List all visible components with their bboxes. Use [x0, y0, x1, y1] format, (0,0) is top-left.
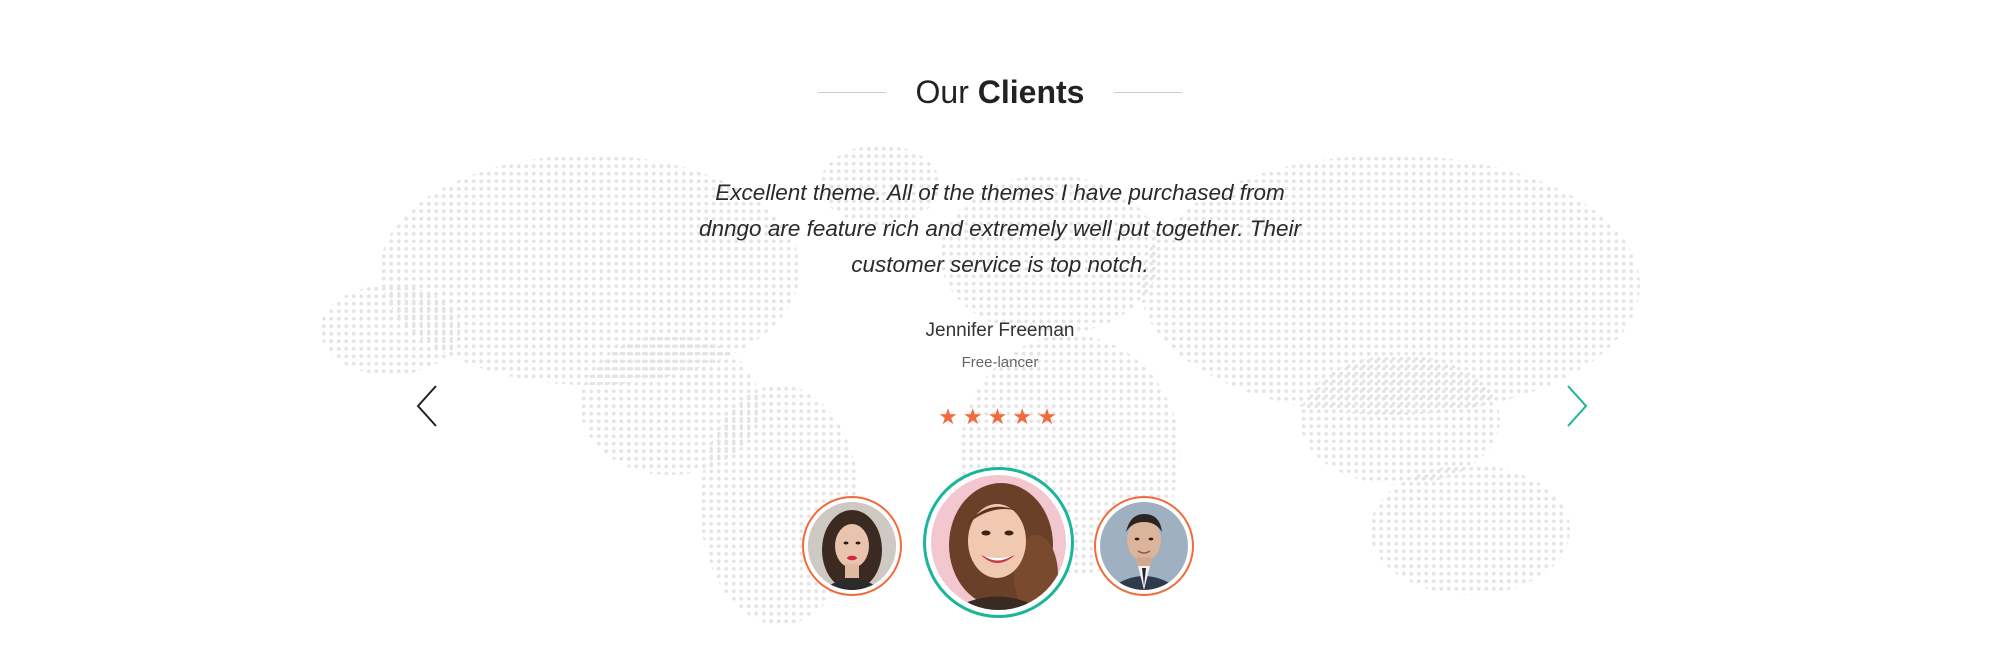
section-title-light: Our [915, 74, 969, 110]
client-avatar-left[interactable] [802, 496, 902, 596]
client-avatar-active[interactable] [923, 467, 1074, 618]
client-role: Free-lancer [961, 354, 1039, 371]
chevron-right-icon [1567, 385, 1588, 427]
rating-stars: ★★★★★ [0, 404, 2000, 430]
star-icon: ★ [1037, 404, 1062, 429]
star-icon: ★ [987, 404, 1013, 429]
chevron-left-icon [416, 385, 437, 427]
testimonial-quote: Excellent theme. All of the themes I hav… [699, 180, 1301, 277]
avatar-photo-smiling-woman [931, 475, 1066, 610]
heading-divider-left [817, 91, 886, 93]
star-icon: ★ [962, 404, 988, 429]
client-name: Jennifer Freeman [925, 320, 1075, 341]
client-avatar-right[interactable] [1094, 496, 1194, 596]
avatar-photo-man-suit [1100, 502, 1188, 590]
star-icon: ★ [1012, 404, 1038, 429]
star-icon: ★ [938, 404, 963, 429]
clients-section: Our Clients Excellent theme. All of the … [0, 0, 2000, 667]
previous-button[interactable] [414, 384, 442, 428]
section-heading: Our Clients [0, 70, 2000, 114]
section-title: Our Clients [916, 70, 1085, 114]
heading-divider-right [1114, 91, 1183, 93]
next-button[interactable] [1562, 384, 1590, 428]
section-title-bold: Clients [977, 74, 1085, 110]
avatar-photo-woman-dark-hair [808, 502, 896, 590]
